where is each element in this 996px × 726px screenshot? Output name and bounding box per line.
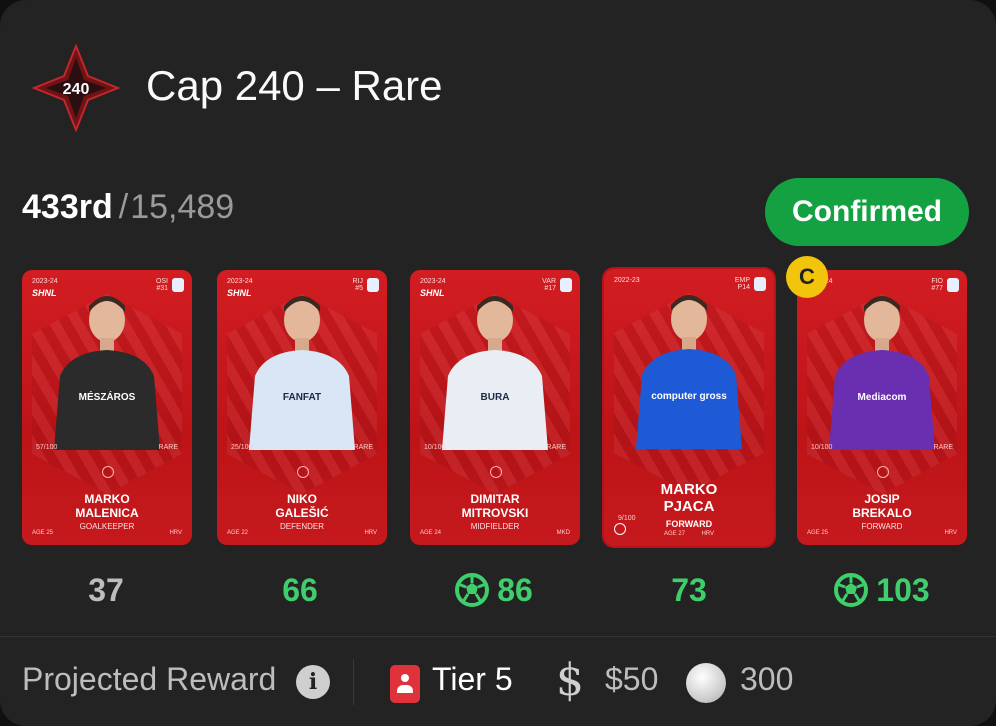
player-age: AGE 27 <box>664 531 686 537</box>
player-card[interactable]: 2023-24 SHNL OSI #31 MÉSZÁROS 57/100 RARE MARK… <box>22 270 192 545</box>
player-age: AGE 24 <box>420 530 442 536</box>
player-age: AGE 25 <box>32 530 54 536</box>
score-value: 103 <box>876 571 930 608</box>
card-ball-icon <box>297 466 309 478</box>
player-name: DIMITAR MITROVSKI <box>461 492 529 520</box>
player-name: JOSIP BREKALO <box>852 492 912 520</box>
player-name: MARKO PJACA <box>660 481 718 515</box>
card-serial: 25/100 <box>231 444 253 451</box>
footer-separator <box>353 659 354 705</box>
svg-text:BURA: BURA <box>481 392 510 403</box>
player-score: 103 <box>817 568 947 612</box>
coin-icon <box>686 663 726 703</box>
card-ball-icon <box>614 523 626 535</box>
dollar-icon: $ <box>556 655 584 706</box>
svg-text:MÉSZÁROS: MÉSZÁROS <box>79 390 136 403</box>
player-card[interactable]: 2023-24 SHNL VAR #17 BURA 10/100 RARE DIMITAR … <box>410 270 580 545</box>
coin-reward: 300 <box>740 661 794 697</box>
decisive-action-icon <box>834 573 869 607</box>
card-rarity: RARE <box>546 444 566 451</box>
page-title: Cap 240 – Rare <box>146 62 443 109</box>
player-score: 73 <box>649 568 729 612</box>
player-nationality: HRV <box>169 530 182 536</box>
card-serial: 9/100 <box>618 515 636 522</box>
cap-logo-icon: 240 <box>32 44 120 132</box>
player-score: 66 <box>260 568 340 612</box>
card-ball-icon <box>877 466 889 478</box>
player-photo: BURA <box>442 296 548 450</box>
svg-text:Mediacom: Mediacom <box>858 392 907 403</box>
player-photo: FANFAT <box>249 296 355 450</box>
decisive-action-icon <box>455 573 490 607</box>
player-name: MARKO MALENICA <box>75 492 139 520</box>
svg-text:FANFAT: FANFAT <box>283 392 321 403</box>
player-photo: MÉSZÁROS <box>54 296 160 450</box>
player-card[interactable]: 2022-23 EMP P14 computer gross MARKO PJACA F… <box>604 269 774 546</box>
lineup-panel: 240 Cap 240 – Rare 433rd/15,489 Confirme… <box>0 0 996 726</box>
card-serial: 10/100 <box>424 444 446 451</box>
player-score: 37 <box>66 568 146 612</box>
score-value: 86 <box>497 571 533 608</box>
player-photo: Mediacom <box>829 296 935 450</box>
score-value: 66 <box>282 571 318 608</box>
player-age: AGE 22 <box>227 530 249 536</box>
score-value: 37 <box>88 571 124 608</box>
card-rarity: RARE <box>933 444 953 451</box>
captain-badge: C <box>786 256 828 298</box>
rank-total: 15,489 <box>130 188 235 226</box>
tier-icon <box>390 665 420 703</box>
player-age: AGE 25 <box>807 530 829 536</box>
player-photo: computer gross <box>636 295 742 449</box>
player-nationality: MKD <box>556 530 570 536</box>
confirmed-button[interactable]: Confirmed <box>765 178 969 246</box>
svg-text:computer gross: computer gross <box>651 391 727 402</box>
player-nationality: HRV <box>364 530 377 536</box>
card-ball-icon <box>102 466 114 478</box>
card-ball-icon <box>490 466 502 478</box>
score-value: 73 <box>671 571 707 608</box>
card-serial: 57/100 <box>36 444 58 451</box>
player-name: NIKO GALEŠIĆ <box>275 492 329 520</box>
player-card[interactable]: 2023-24FIO #77Mediacom10/100RAREJOSIP BR… <box>797 270 967 545</box>
card-serial: 10/100 <box>811 444 833 451</box>
player-nationality: HRV <box>944 530 957 536</box>
projected-reward-label: Projected Reward <box>22 661 277 697</box>
svg-text:240: 240 <box>63 81 90 98</box>
reward-footer: Projected Reward i Tier 5 $ $50 300 <box>0 637 996 726</box>
player-card[interactable]: 2023-24 SHNL RIJ #5 FANFAT 25/100 RARE NIKO GA… <box>217 270 387 545</box>
rank-separator: / <box>118 188 129 226</box>
info-icon[interactable]: i <box>296 665 330 699</box>
money-reward: $50 <box>605 661 659 697</box>
card-rarity: RARE <box>353 444 373 451</box>
rank-display: 433rd/15,489 <box>22 188 234 227</box>
card-rarity: RARE <box>158 444 178 451</box>
player-score: 86 <box>429 568 559 612</box>
tier-label: Tier 5 <box>432 661 513 697</box>
player-nationality: HRV <box>701 531 714 537</box>
rank-position: 433rd <box>22 188 113 226</box>
